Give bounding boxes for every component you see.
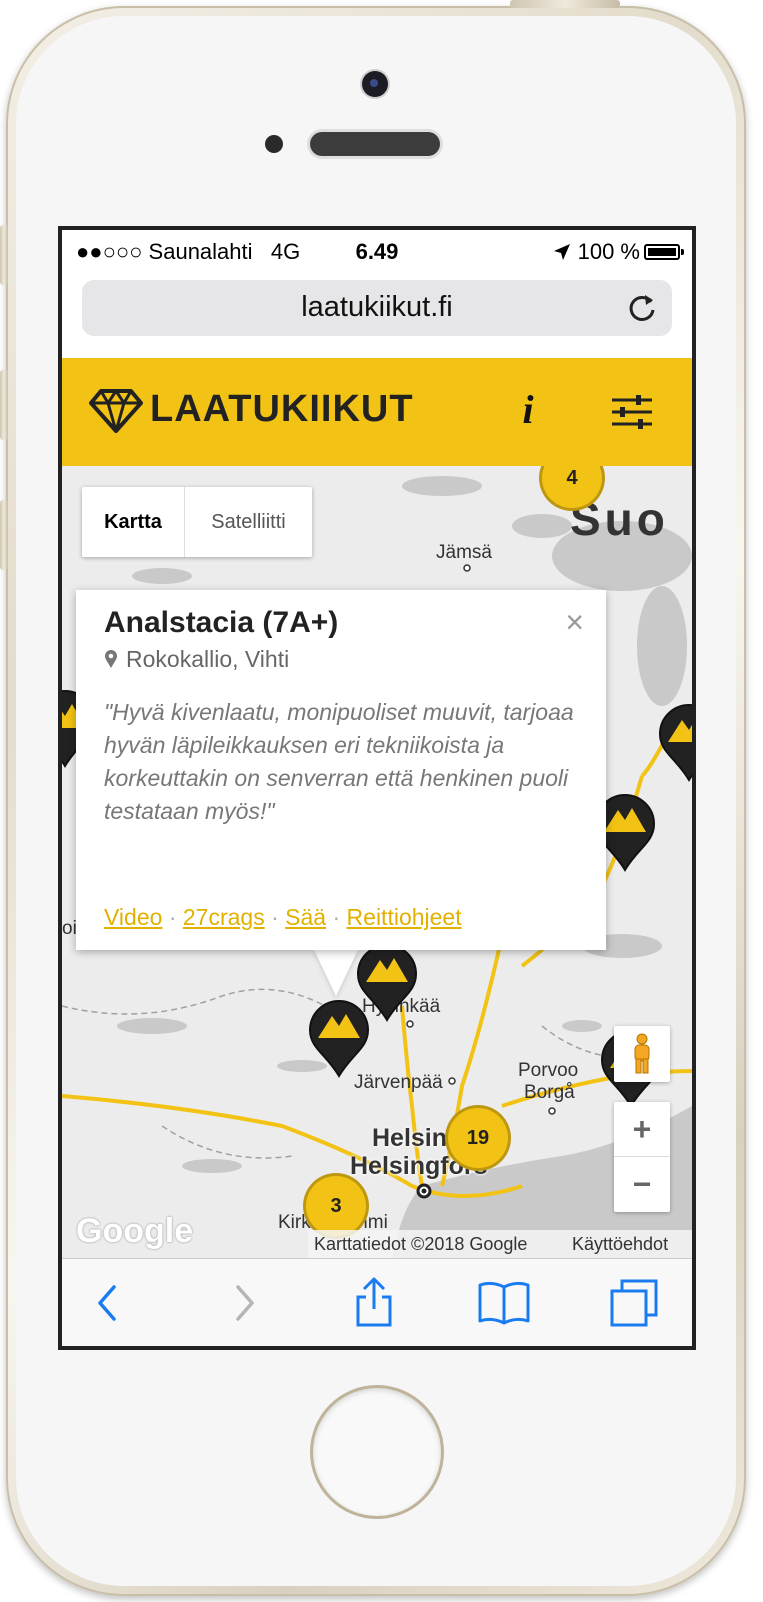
- app-header: LAATUKIIKUT i: [62, 358, 692, 466]
- address-bar[interactable]: laatukiikut.fi: [82, 280, 672, 336]
- earpiece-speaker: [310, 132, 440, 156]
- terms-link[interactable]: Käyttöehdot: [572, 1230, 668, 1258]
- zoom-out-button[interactable]: −: [614, 1157, 670, 1211]
- cluster-helsinki[interactable]: 19: [448, 1108, 508, 1168]
- video-link[interactable]: Video: [104, 904, 162, 930]
- diamond-logo-icon[interactable]: [88, 388, 144, 434]
- link-separator: ·: [168, 904, 177, 930]
- map-type-satellite-button[interactable]: Satelliitti: [185, 487, 312, 557]
- link-separator: ·: [271, 904, 279, 930]
- mute-switch: [0, 225, 8, 285]
- home-button[interactable]: [313, 1388, 441, 1516]
- screen: ●●○○○ Saunalahti 4G 6.49 100 % laatukiik…: [62, 230, 692, 1346]
- google-logo: Google: [76, 1212, 194, 1250]
- bookmarks-icon[interactable]: [474, 1273, 534, 1333]
- cluster-kirkkonummi[interactable]: 3: [306, 1176, 366, 1236]
- volume-down-button: [0, 500, 8, 570]
- forward-icon[interactable]: [214, 1273, 274, 1333]
- battery-percent: 100 %: [577, 239, 640, 264]
- back-icon[interactable]: [78, 1273, 138, 1333]
- volume-up-button: [0, 370, 8, 440]
- brand-name[interactable]: LAATUKIIKUT: [150, 388, 414, 431]
- filter-sliders-icon[interactable]: [610, 394, 654, 430]
- proximity-sensor: [265, 135, 283, 153]
- map-data-credit: Karttatiedot ©2018 Google: [314, 1234, 528, 1254]
- map-attribution: Karttatiedot ©2018 Google Käyttöehdot: [308, 1230, 692, 1258]
- map-label-edge: oi: [62, 918, 76, 939]
- weather-link[interactable]: Sää: [285, 904, 326, 930]
- browser-toolbar: [62, 1258, 692, 1346]
- map-type-map-button[interactable]: Kartta: [82, 487, 185, 557]
- location-arrow-icon: [554, 244, 571, 260]
- pegman-icon: [634, 1033, 650, 1074]
- map-label-jamsa: Jämsä: [436, 542, 492, 563]
- share-icon[interactable]: [344, 1273, 404, 1333]
- map-pin-icon: [105, 650, 117, 668]
- tabs-icon[interactable]: [604, 1273, 664, 1333]
- reload-icon[interactable]: [624, 290, 660, 326]
- zoom-in-button[interactable]: +: [614, 1102, 670, 1157]
- map-type-control: Kartta Satelliitti: [82, 487, 312, 557]
- crag-info-popup: Analstacia (7A+) × Rokokallio, Vihti "Hy…: [76, 590, 606, 950]
- directions-link[interactable]: Reittiohjeet: [347, 904, 462, 930]
- street-view-pegman-button[interactable]: [614, 1026, 670, 1082]
- info-button[interactable]: i: [510, 386, 546, 434]
- popup-quote: "Hyvä kivenlaatu, monipuoliset muuvit, t…: [104, 699, 574, 824]
- battery-status: 100 %: [553, 239, 640, 265]
- power-button: [510, 0, 620, 8]
- map-label-borga: Borgå: [524, 1082, 575, 1103]
- close-icon[interactable]: ×: [565, 604, 584, 641]
- url-text: laatukiikut.fi: [301, 291, 453, 323]
- popup-location: Rokokallio, Vihti: [104, 646, 289, 673]
- map-label-porvoo: Porvoo: [518, 1060, 579, 1081]
- popup-location-text: Rokokallio, Vihti: [126, 646, 290, 672]
- status-bar: ●●○○○ Saunalahti 4G 6.49 100 %: [62, 230, 692, 274]
- crag-marker-icon[interactable]: [656, 702, 692, 782]
- zoom-control: + −: [614, 1102, 670, 1212]
- map[interactable]: Suo Jämsä oi Hyvinkää Järvenpää Porvoo B…: [62, 466, 692, 1258]
- popup-title: Analstacia (7A+): [104, 606, 339, 639]
- battery-nub: [681, 249, 684, 255]
- 27crags-link[interactable]: 27crags: [183, 904, 265, 930]
- front-camera: [362, 71, 388, 97]
- popup-tail: [314, 950, 358, 996]
- crag-marker-selected-icon[interactable]: [306, 998, 372, 1078]
- battery-icon: [644, 244, 680, 260]
- popup-links: Video · 27crags · Sää · Reittiohjeet: [104, 904, 462, 931]
- link-separator: ·: [332, 904, 341, 930]
